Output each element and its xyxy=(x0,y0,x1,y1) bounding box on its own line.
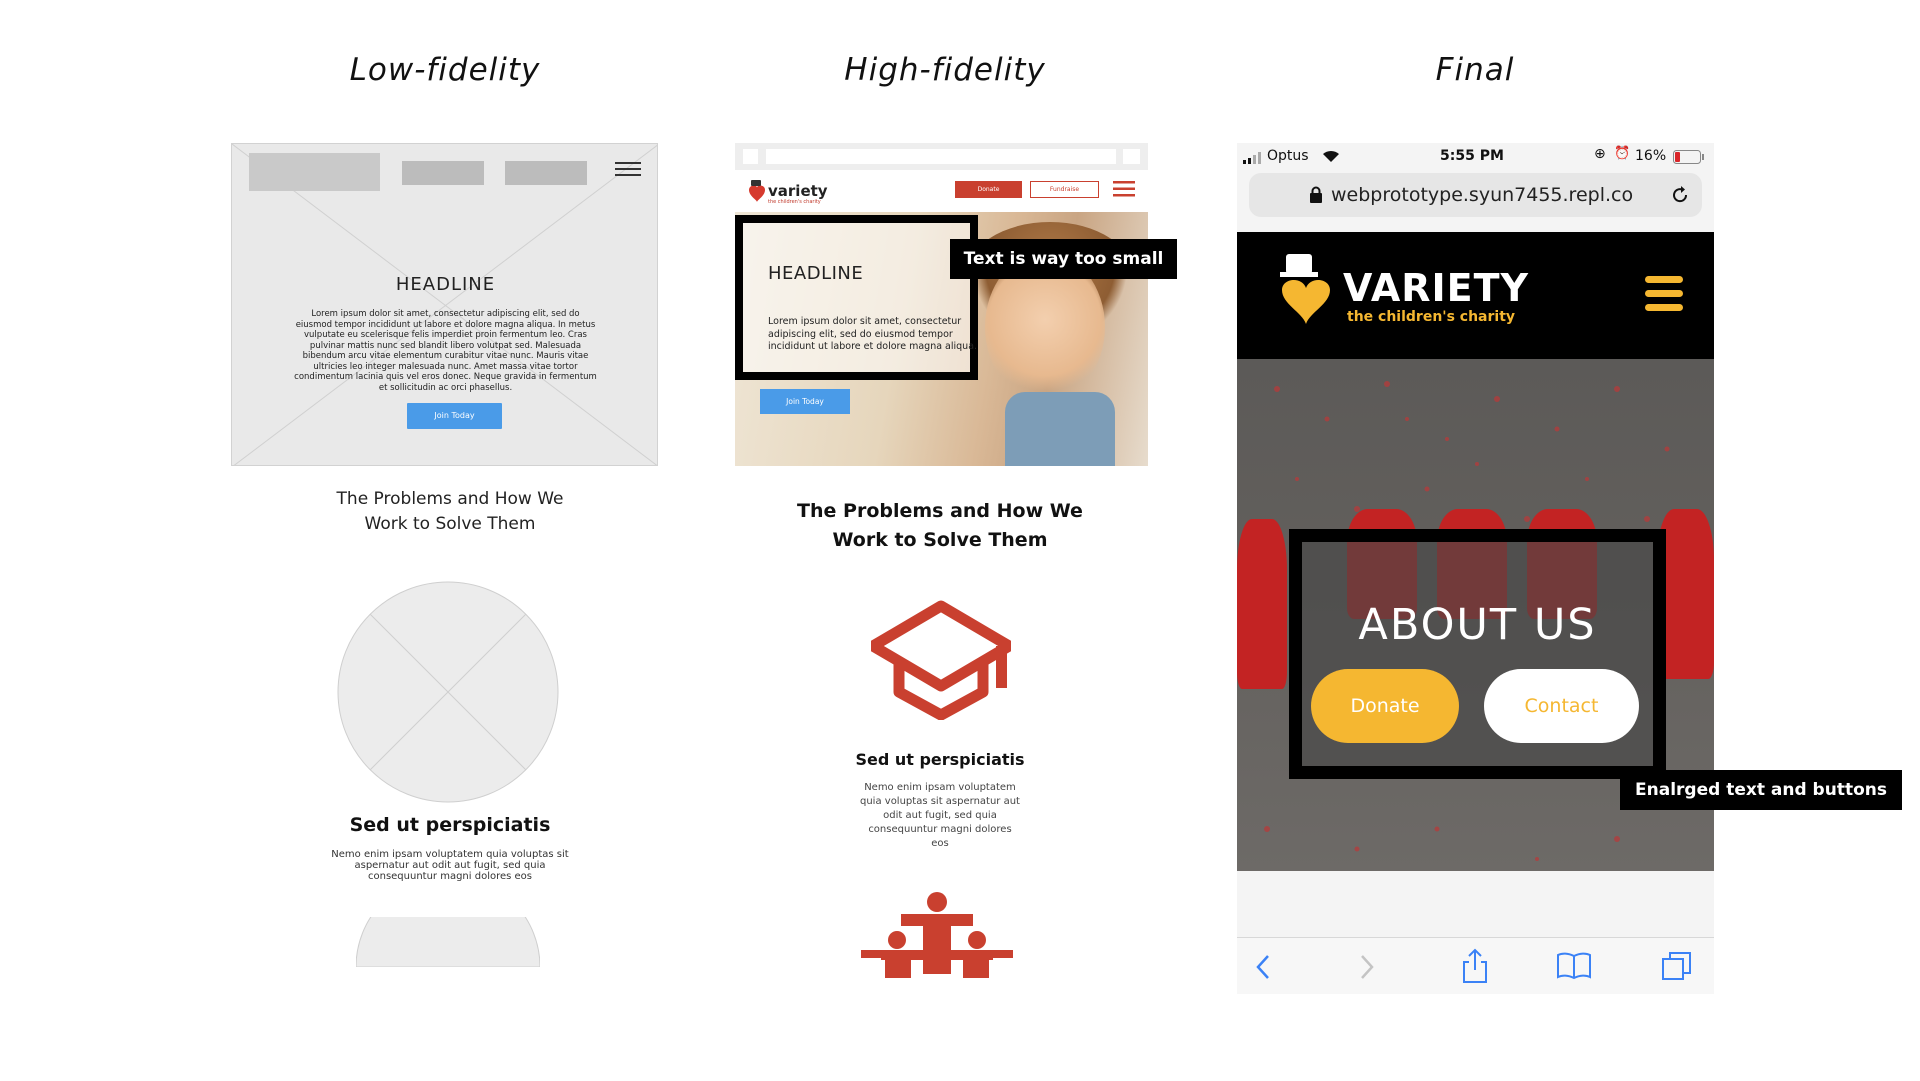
contact-button[interactable]: Contact xyxy=(1484,669,1639,743)
variety-logo-icon xyxy=(749,180,765,202)
browser-bar xyxy=(735,143,1148,170)
wireframe-body-text: Lorem ipsum dolor sit amet, consectetur … xyxy=(294,309,597,393)
hifi-card-body: Nemo enim ipsam voluptatem quia voluptas… xyxy=(860,782,1020,849)
section-title-line: The Problems and How We xyxy=(336,489,564,509)
signal-icon xyxy=(1243,152,1261,164)
about-heading: ABOUT US xyxy=(1358,600,1597,650)
wireframe-logo-block xyxy=(249,153,380,191)
wireframe-image-placeholder xyxy=(356,917,540,967)
status-bar: Optus 5:55 PM ⊕ ⏰ 16% xyxy=(1237,143,1714,168)
site-tagline: the children's charity xyxy=(1347,309,1516,325)
reload-icon[interactable] xyxy=(1670,185,1690,205)
alarm-icon: ⏰ xyxy=(1614,146,1631,161)
wireframe-nav-block xyxy=(402,161,484,185)
hifi-mockup: variety the children's charity Donate Fu… xyxy=(735,143,1148,466)
battery-icon xyxy=(1673,150,1704,164)
section-title-line: The Problems and How We xyxy=(797,500,1083,522)
site-brand: VARIETY xyxy=(1343,266,1530,310)
hifi-body-text: Lorem ipsum dolor sit amet, consectetur … xyxy=(768,316,978,352)
browser-button xyxy=(743,149,758,164)
site-header: VARIETY the children's charity xyxy=(1237,232,1714,359)
menu-icon[interactable] xyxy=(1113,180,1135,198)
wireframe-section-title: The Problems and How We Work to Solve Th… xyxy=(300,487,600,537)
join-today-button[interactable]: Join Today xyxy=(407,403,502,429)
hifi-section-title: The Problems and How We Work to Solve Th… xyxy=(780,497,1100,555)
address-bar xyxy=(766,149,1116,164)
status-time: 5:55 PM xyxy=(1440,148,1504,164)
section-title-line: Work to Solve Them xyxy=(832,529,1048,551)
join-today-button[interactable]: Join Today xyxy=(760,389,850,414)
wifi-icon xyxy=(1323,150,1339,162)
wireframe-image-placeholder xyxy=(337,581,559,803)
column-title-low-fidelity: Low-fidelity xyxy=(349,52,541,88)
share-icon[interactable] xyxy=(1461,948,1489,984)
hifi-card-title: Sed ut perspiciatis xyxy=(855,750,1025,769)
donate-button[interactable]: Donate xyxy=(955,181,1022,198)
carrier-label: Optus xyxy=(1267,148,1309,164)
kid-figure xyxy=(1237,519,1287,689)
column-title-final: Final xyxy=(1435,52,1515,88)
graduation-cap-icon xyxy=(871,600,1011,720)
wireframe-hero: HEADLINE Lorem ipsum dolor sit amet, con… xyxy=(231,143,658,466)
wireframe-card-body: Nemo enim ipsam voluptatem quia voluptas… xyxy=(331,849,569,882)
variety-heart-logo-icon xyxy=(1280,254,1330,324)
hifi-hero-textbox: HEADLINE Lorem ipsum dolor sit amet, con… xyxy=(735,215,978,380)
lock-icon xyxy=(1310,186,1322,203)
section-title-line: Work to Solve Them xyxy=(364,514,536,534)
hifi-logo-text: variety xyxy=(768,182,828,200)
community-people-icon xyxy=(861,892,1013,978)
battery-percent: 16% xyxy=(1635,148,1667,164)
safari-toolbar xyxy=(1237,937,1714,994)
wireframe-nav-block xyxy=(505,161,587,185)
annotation-callout: Enalrged text and buttons xyxy=(1620,770,1902,810)
wireframe-card-title: Sed ut perspiciatis xyxy=(349,814,551,836)
browser-button xyxy=(1123,149,1140,164)
wireframe-headline: HEADLINE xyxy=(395,274,496,295)
annotation-callout: Text is way too small xyxy=(950,239,1177,279)
hamburger-menu-icon[interactable] xyxy=(1645,276,1685,312)
donate-button[interactable]: Donate xyxy=(1311,669,1459,743)
fundraise-button[interactable]: Fundraise xyxy=(1030,181,1099,198)
bookmarks-icon[interactable] xyxy=(1556,952,1592,980)
phone-screenshot: Optus 5:55 PM ⊕ ⏰ 16% webprototype.syun7… xyxy=(1237,143,1714,994)
column-title-high-fidelity: High-fidelity xyxy=(844,52,1046,88)
back-icon[interactable] xyxy=(1255,954,1271,980)
hifi-logo-tagline: the children's charity xyxy=(768,199,821,205)
url-text[interactable]: webprototype.syun7455.repl.co xyxy=(1331,184,1633,206)
url-bar[interactable]: webprototype.syun7455.repl.co xyxy=(1249,173,1702,217)
hifi-navbar: variety the children's charity Donate Fu… xyxy=(735,170,1148,212)
tabs-icon[interactable] xyxy=(1661,950,1693,982)
forward-icon[interactable] xyxy=(1359,954,1375,980)
menu-icon[interactable] xyxy=(615,160,643,180)
hifi-headline: HEADLINE xyxy=(768,263,864,284)
orientation-lock-icon: ⊕ xyxy=(1594,146,1606,162)
hero-photo-overalls xyxy=(1005,392,1115,466)
